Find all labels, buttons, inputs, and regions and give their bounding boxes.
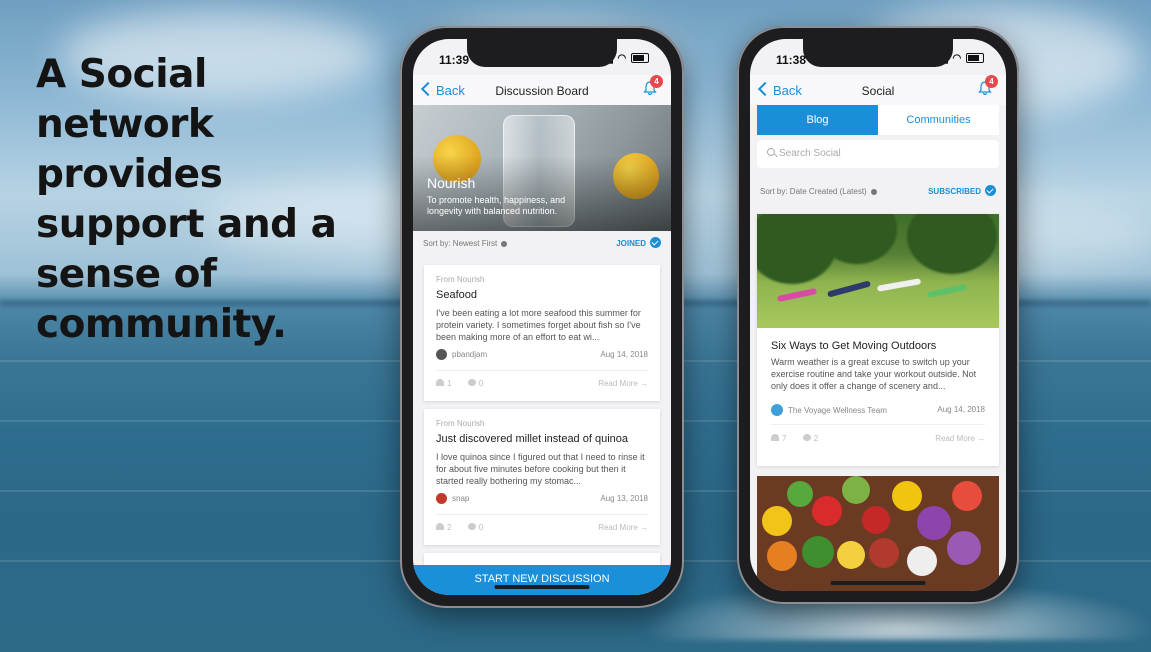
blog-date: Aug 14, 2018: [937, 405, 985, 414]
post-meta: pbandjam Aug 14, 2018: [436, 349, 648, 363]
blog-meta: The Voyage Wellness Team Aug 14, 2018: [771, 404, 985, 416]
post-date: Aug 13, 2018: [600, 494, 648, 503]
post-actions: 1 0 Read More →: [436, 379, 648, 388]
notifications-button[interactable]: 4: [978, 75, 998, 96]
heart-icon[interactable]: [436, 379, 444, 386]
post-date: Aug 14, 2018: [600, 350, 648, 359]
phone-notch: [467, 39, 617, 67]
like-count: 7: [782, 434, 787, 443]
start-new-discussion-button[interactable]: START NEW DISCUSSION: [413, 565, 671, 595]
status-time: 11:38: [776, 53, 807, 67]
vegetables-image-card[interactable]: [757, 476, 999, 591]
tab-blog[interactable]: Blog: [757, 105, 878, 135]
blog-actions: 7 2 Read More →: [771, 434, 985, 443]
comment-icon[interactable]: [467, 523, 476, 530]
avatar: [436, 349, 447, 360]
heart-icon[interactable]: [436, 523, 444, 530]
post-excerpt: I've been eating a lot more seafood this…: [436, 308, 641, 342]
battery-icon: [631, 53, 649, 64]
search-placeholder: Search Social: [779, 148, 841, 159]
sort-label: Sort by: Newest First: [423, 239, 498, 248]
phone-discussion-board: 11:39 ▂▄▆ ◠ Back Discussion Board 4 Nour…: [400, 26, 684, 608]
nav-title: Social: [861, 84, 895, 98]
outdoor-exercise-image: [757, 214, 999, 328]
sort-bar: Sort by: Date Created (Latest) SUBSCRIBE…: [750, 179, 1006, 203]
post-actions: 2 0 Read More →: [436, 523, 648, 532]
chevron-down-icon: [501, 241, 508, 247]
nav-bar: Back Social 4: [750, 75, 1006, 105]
search-icon: [767, 148, 775, 156]
read-more-link[interactable]: Read More →: [935, 434, 985, 443]
read-more-link[interactable]: Read More →: [598, 523, 648, 532]
post-meta: snap Aug 13, 2018: [436, 493, 648, 507]
nav-bar: Back Discussion Board 4: [413, 75, 671, 105]
post-title: Just discovered millet instead of quinoa: [436, 433, 628, 445]
status-time: 11:39: [439, 53, 470, 67]
heart-icon[interactable]: [771, 434, 779, 441]
voyage-logo-icon: [771, 404, 783, 416]
chevron-down-icon: [870, 189, 877, 195]
joined-label: JOINED: [616, 239, 646, 248]
home-indicator: [830, 581, 926, 585]
comment-icon[interactable]: [467, 379, 476, 386]
community-hero: Nourish To promote health, happiness, an…: [413, 105, 671, 231]
phone-notch: [803, 39, 953, 67]
community-name: Nourish: [427, 175, 476, 191]
check-icon: [985, 185, 996, 196]
avatar: [436, 493, 447, 504]
blog-title: Six Ways to Get Moving Outdoors: [771, 340, 937, 352]
segmented-tabs: Blog Communities: [757, 105, 999, 135]
comment-icon[interactable]: [802, 434, 811, 441]
phone-social: 11:38 ▂▄▆ ◠ Back Social 4 Blog Communiti…: [737, 26, 1019, 604]
post-source: From Nourish: [436, 275, 485, 284]
read-more-link[interactable]: Read More →: [598, 379, 648, 388]
search-input[interactable]: Search Social: [757, 140, 999, 168]
check-icon: [650, 237, 661, 248]
nav-title: Discussion Board: [495, 84, 589, 98]
post-author: pbandjam: [452, 350, 488, 359]
joined-toggle[interactable]: JOINED: [616, 237, 661, 248]
comment-count: 0: [478, 523, 484, 532]
post-excerpt: I love quinoa since I figured out that I…: [436, 452, 645, 486]
post-source: From Nourish: [436, 419, 485, 428]
sort-dropdown[interactable]: Sort by: Date Created (Latest): [760, 187, 877, 196]
phone-screen: 11:39 ▂▄▆ ◠ Back Discussion Board 4 Nour…: [413, 39, 671, 595]
post-title: Seafood: [436, 289, 477, 301]
subscribed-toggle[interactable]: SUBSCRIBED: [928, 185, 996, 196]
blog-post-card[interactable]: Six Ways to Get Moving Outdoors Warm wea…: [757, 214, 999, 466]
sort-dropdown[interactable]: Sort by: Newest First: [423, 239, 508, 248]
comment-count: 0: [478, 379, 484, 388]
notification-badge: 4: [985, 75, 998, 88]
tab-communities[interactable]: Communities: [878, 105, 999, 135]
battery-icon: [966, 53, 984, 64]
subscribed-label: SUBSCRIBED: [928, 187, 981, 196]
phone-screen: 11:38 ▂▄▆ ◠ Back Social 4 Blog Communiti…: [750, 39, 1006, 591]
like-count: 1: [447, 379, 452, 388]
sort-label: Sort by: Date Created (Latest): [760, 187, 867, 196]
discussion-card[interactable]: From Nourish Just discovered millet inst…: [424, 409, 660, 545]
notifications-button[interactable]: 4: [643, 75, 663, 96]
home-indicator: [494, 585, 590, 589]
blog-excerpt: Warm weather is a great excuse to switch…: [771, 357, 977, 391]
comment-count: 2: [813, 434, 819, 443]
notification-badge: 4: [650, 75, 663, 88]
slide-headline: A Social network provides support and a …: [36, 52, 337, 347]
community-description: To promote health, happiness, and longev…: [427, 195, 566, 216]
blog-author: The Voyage Wellness Team: [788, 406, 887, 415]
sort-bar: Sort by: Newest First JOINED: [413, 231, 671, 255]
post-author: snap: [452, 494, 470, 503]
like-count: 2: [447, 523, 452, 532]
discussion-card[interactable]: From Nourish Seafood I've been eating a …: [424, 265, 660, 401]
